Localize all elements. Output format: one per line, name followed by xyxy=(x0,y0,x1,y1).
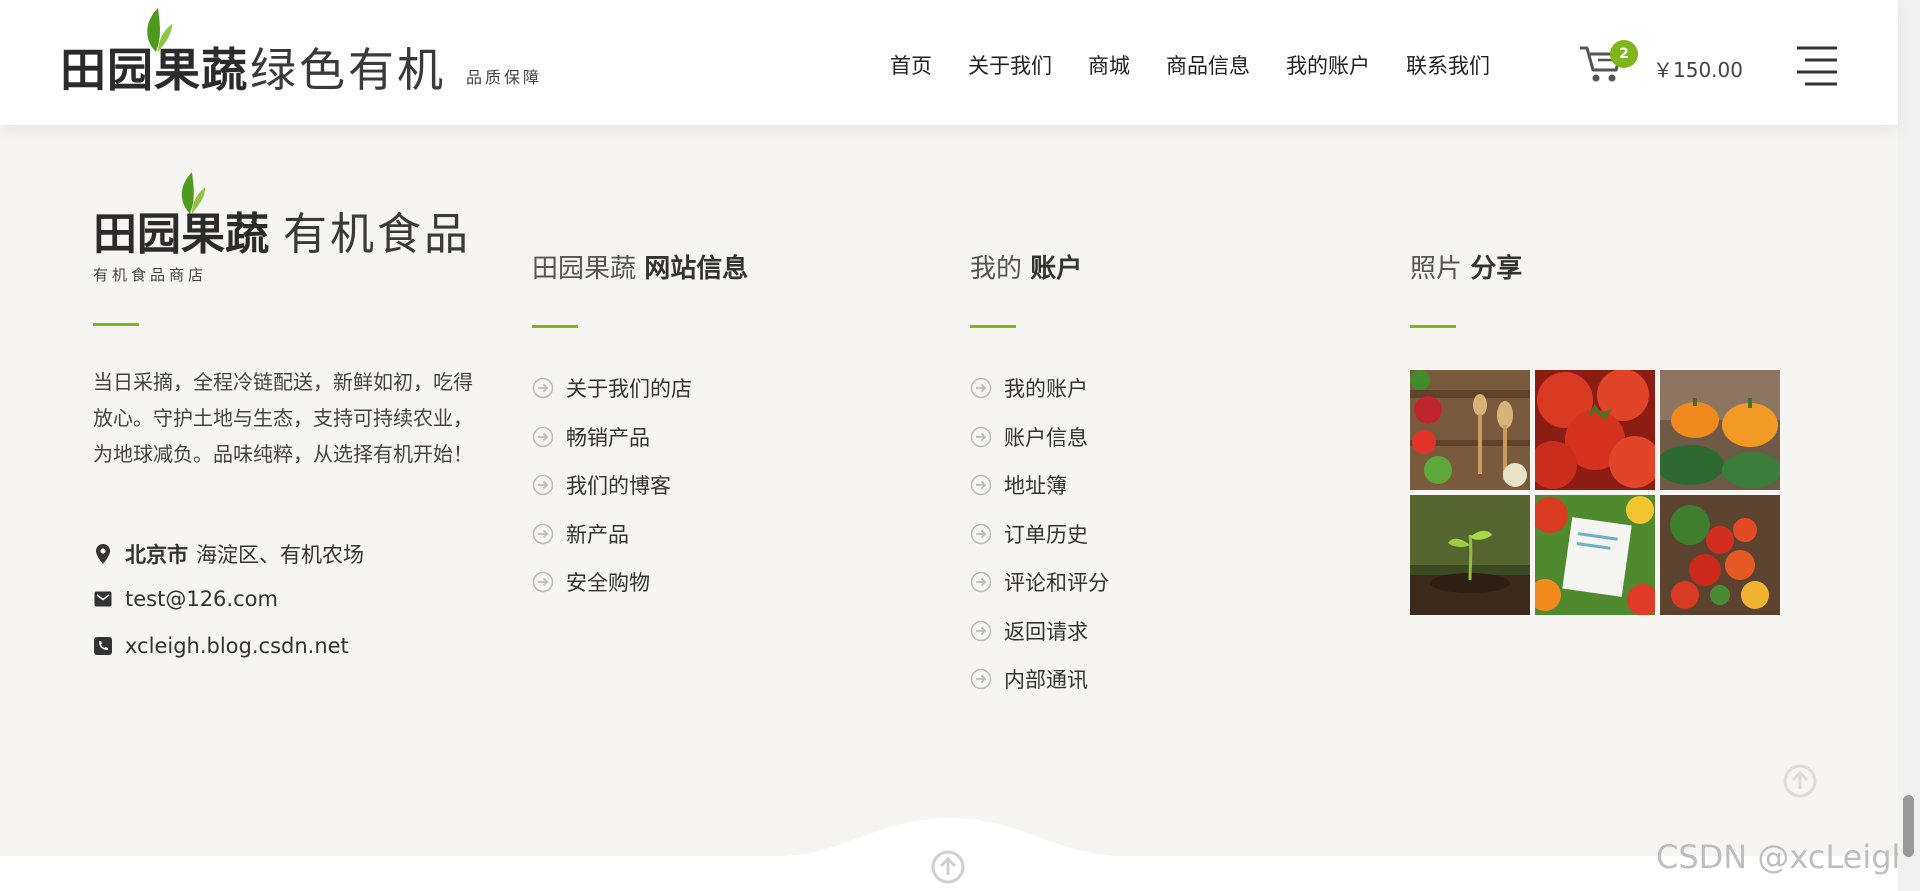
email-icon xyxy=(93,588,113,610)
contact-phone[interactable]: xcleigh.blog.csdn.net xyxy=(93,634,349,658)
brand-slogan: 绿色有机 xyxy=(250,43,446,97)
gallery-photo-pumpkins[interactable] xyxy=(1660,370,1780,490)
account-links: 我的账户 账户信息 地址簿 订单历史 评论和评分 返回请求 内部通讯 xyxy=(970,364,1109,704)
nav-products[interactable]: 商品信息 xyxy=(1166,50,1250,80)
location-icon xyxy=(93,543,113,565)
phone-icon xyxy=(93,635,113,657)
nav-shop[interactable]: 商城 xyxy=(1088,50,1130,80)
menu-icon[interactable] xyxy=(1795,45,1839,87)
arrow-right-icon xyxy=(532,523,554,544)
page-scrollbar[interactable] xyxy=(1898,0,1920,891)
back-to-top-icon[interactable] xyxy=(1782,763,1818,799)
site-info-links: 关于我们的店 畅销产品 我们的博客 新产品 安全购物 xyxy=(532,364,692,607)
cart-button[interactable]: 2 xyxy=(1578,40,1638,88)
gallery-photo-vegetables-spoons[interactable] xyxy=(1410,370,1530,490)
column-title-site-info: 田园果蔬 网站信息 xyxy=(532,254,749,284)
watermark: CSDN @xcLeigh xyxy=(1656,838,1912,876)
list-item[interactable]: 畅销产品 xyxy=(532,413,692,462)
list-item[interactable]: 返回请求 xyxy=(970,607,1109,656)
footer-brand-name: 田园果蔬 xyxy=(93,209,269,260)
list-item[interactable]: 关于我们的店 xyxy=(532,364,692,413)
arrow-right-icon xyxy=(532,426,554,447)
arrow-right-icon xyxy=(970,475,992,496)
list-item[interactable]: 地址簿 xyxy=(970,461,1109,510)
nav-contact[interactable]: 联系我们 xyxy=(1406,50,1490,80)
list-item[interactable]: 账户信息 xyxy=(970,413,1109,462)
list-item[interactable]: 我的账户 xyxy=(970,364,1109,413)
scroll-up-icon[interactable] xyxy=(930,849,966,885)
gallery-photo-tomatoes[interactable] xyxy=(1535,370,1655,490)
address-city: 北京市 xyxy=(125,543,188,567)
main-nav: 首页 关于我们 商城 商品信息 我的账户 联系我们 xyxy=(890,50,1526,80)
divider xyxy=(1410,325,1456,328)
nav-home[interactable]: 首页 xyxy=(890,50,932,80)
brand-tagline: 品质保障 xyxy=(466,68,543,87)
column-title-my-account: 我的 账户 xyxy=(970,254,1083,284)
brand-name: 田园果蔬 xyxy=(60,43,248,97)
contact-address: 北京市 海淀区、有机农场 xyxy=(93,539,364,569)
arrow-right-icon xyxy=(970,378,992,399)
list-item[interactable]: 订单历史 xyxy=(970,510,1109,559)
list-item[interactable]: 安全购物 xyxy=(532,558,692,607)
scrollbar-thumb[interactable] xyxy=(1903,795,1914,857)
gallery-photo-vegetable-basket[interactable] xyxy=(1660,495,1780,615)
arrow-right-icon xyxy=(532,378,554,399)
arrow-right-icon xyxy=(970,523,992,544)
arrow-right-icon xyxy=(970,669,992,690)
gallery-photo-seedling[interactable] xyxy=(1410,495,1530,615)
site-header: 田园果蔬 绿色有机 品质保障 首页 关于我们 商城 商品信息 我的账户 联系我们… xyxy=(0,0,1898,125)
divider xyxy=(970,325,1016,328)
arrow-right-icon xyxy=(970,620,992,641)
footer-brand-subtitle: 有机食品商店 xyxy=(93,266,208,284)
nav-account[interactable]: 我的账户 xyxy=(1286,50,1370,80)
about-text: 当日采摘，全程冷链配送，新鲜如初，吃得放心。守护土地与生态，支持可持续农业，为地… xyxy=(93,370,473,466)
list-item[interactable]: 内部通讯 xyxy=(970,655,1109,704)
divider xyxy=(532,325,578,328)
arrow-right-icon xyxy=(970,572,992,593)
photo-gallery xyxy=(1410,370,1782,615)
list-item[interactable]: 新产品 xyxy=(532,510,692,559)
arrow-right-icon xyxy=(532,475,554,496)
arrow-right-icon xyxy=(970,426,992,447)
column-title-photo-share: 照片 分享 xyxy=(1410,254,1523,284)
phone-text: xcleigh.blog.csdn.net xyxy=(125,634,349,658)
email-text: test@126.com xyxy=(125,587,278,611)
cart-total: ￥150.00 xyxy=(1653,58,1743,82)
contact-email[interactable]: test@126.com xyxy=(93,587,278,611)
nav-about[interactable]: 关于我们 xyxy=(968,50,1052,80)
list-item[interactable]: 我们的博客 xyxy=(532,461,692,510)
cart-count-badge: 2 xyxy=(1610,40,1638,68)
list-item[interactable]: 评论和评分 xyxy=(970,558,1109,607)
arrow-right-icon xyxy=(532,572,554,593)
divider xyxy=(93,323,139,326)
gallery-photo-shopping-list[interactable] xyxy=(1535,495,1655,615)
footer-brand-slogan: 有机食品 xyxy=(283,209,471,260)
address-detail: 海淀区、有机农场 xyxy=(196,543,364,567)
